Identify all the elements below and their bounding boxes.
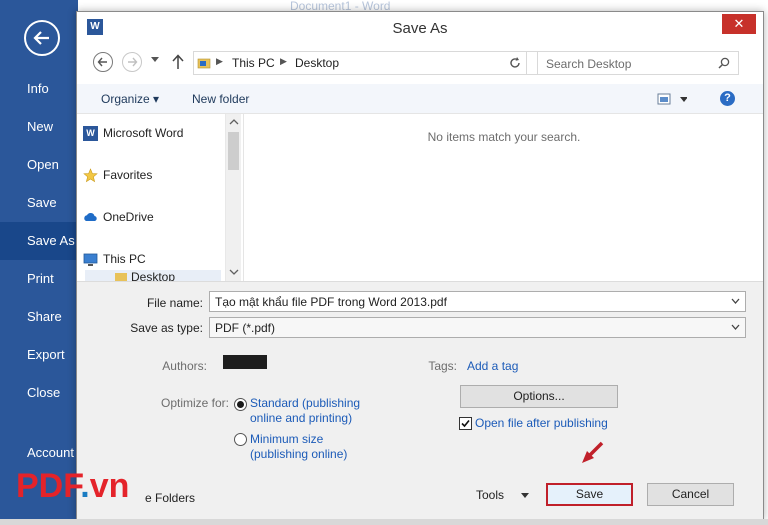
open-after-label[interactable]: Open file after publishing — [475, 416, 608, 430]
backstage-panel: Info New Open Save Save As Print Share E… — [0, 0, 78, 525]
nav-pane-scrollbar[interactable] — [225, 114, 241, 281]
organize-menu[interactable]: Organize ▾ — [101, 92, 159, 106]
save-as-type-label: Save as type: — [130, 321, 203, 335]
file-name-label: File name: — [146, 296, 203, 310]
breadcrumb-separator-icon: ▶ — [216, 56, 223, 66]
save-as-type-select[interactable]: PDF (*.pdf) — [209, 317, 746, 338]
save-options-panel: File name: Tạo mật khẩu file PDF trong W… — [77, 281, 763, 519]
watermark-dot: . — [80, 467, 90, 505]
tools-menu[interactable]: Tools — [476, 488, 504, 502]
backstage-export[interactable]: Export — [0, 336, 78, 374]
dialog-title: Save As — [392, 20, 448, 37]
computer-icon — [83, 253, 98, 266]
back-arrow-icon — [33, 31, 49, 45]
command-toolbar: Organize ▾ New folder ? — [77, 84, 763, 114]
nav-item-onedrive[interactable]: OneDrive — [84, 210, 154, 224]
optimize-minimum-radio[interactable] — [234, 433, 247, 446]
file-name-value: Tạo mật khẩu file PDF trong Word 2013.pd… — [215, 295, 447, 309]
breadcrumb-desktop[interactable]: Desktop — [295, 56, 339, 70]
nav-item-label: This PC — [103, 252, 146, 266]
watermark-pdf: PDF — [16, 467, 81, 505]
save-as-dialog: W Save As ✕ ▶ This PC ▶ Desktop Search D… — [76, 11, 764, 520]
optimize-minimum-label-1[interactable]: Minimum size — [250, 432, 323, 446]
arrow-right-icon — [128, 57, 138, 67]
chevron-down-icon[interactable] — [731, 324, 740, 330]
scroll-down-icon[interactable] — [229, 269, 239, 275]
nav-item-label: Microsoft Word — [103, 126, 184, 140]
optimize-standard-radio[interactable] — [234, 398, 247, 411]
backstage-info[interactable]: Info — [0, 70, 78, 108]
nav-item-label: Desktop — [131, 271, 176, 281]
dialog-titlebar[interactable]: W Save As ✕ — [77, 12, 763, 44]
close-button[interactable]: ✕ — [722, 14, 756, 34]
nav-item-this-pc[interactable]: This PC — [83, 252, 146, 266]
recent-locations-chevron-icon[interactable] — [151, 57, 159, 63]
save-as-type-value: PDF (*.pdf) — [215, 321, 276, 335]
backstage-share[interactable]: Share — [0, 298, 78, 336]
view-options-icon — [657, 93, 688, 105]
optimize-standard-label-2[interactable]: online and printing) — [250, 411, 352, 425]
search-input[interactable]: Search Desktop — [537, 51, 739, 75]
backstage-save-as[interactable]: Save As — [0, 222, 78, 260]
new-folder-button[interactable]: New folder — [192, 92, 249, 106]
nav-item-label: OneDrive — [103, 210, 154, 224]
file-name-field[interactable]: Tạo mật khẩu file PDF trong Word 2013.pd… — [209, 291, 746, 312]
watermark-vn: vn — [89, 467, 130, 505]
pdf-vn-watermark: PDF.vn — [16, 466, 129, 506]
folder-icon — [197, 58, 211, 69]
nav-item-favorites[interactable]: Favorites — [83, 168, 153, 183]
annotation-arrow-icon — [582, 441, 604, 463]
authors-label: Authors: — [162, 359, 207, 373]
chevron-down-icon[interactable] — [731, 298, 740, 304]
optimize-minimum-label-2[interactable]: (publishing online) — [250, 447, 347, 461]
back-button[interactable] — [24, 20, 60, 56]
optimize-for-label: Optimize for: — [160, 396, 229, 410]
backstage-new[interactable]: New — [0, 108, 78, 146]
back-nav-button[interactable] — [93, 52, 113, 72]
options-button[interactable]: Options... — [460, 385, 618, 408]
save-button[interactable]: Save — [546, 483, 633, 506]
checkmark-icon — [461, 419, 470, 428]
refresh-button[interactable] — [503, 51, 527, 75]
help-icon[interactable]: ? — [720, 91, 735, 106]
breadcrumb-separator-icon: ▶ — [280, 56, 287, 66]
window-bottom-border — [0, 519, 768, 525]
authors-value-redacted[interactable] — [223, 355, 267, 369]
cancel-button[interactable]: Cancel — [647, 483, 734, 506]
nav-item-label: Favorites — [103, 168, 153, 182]
optimize-standard-label-1[interactable]: Standard (publishing — [250, 396, 360, 410]
file-list[interactable]: No items match your search. — [243, 114, 763, 281]
folder-icon — [115, 273, 127, 281]
arrow-left-icon — [97, 57, 107, 67]
breadcrumb-this-pc[interactable]: This PC — [232, 56, 275, 70]
hide-folders-toggle[interactable]: e Folders — [145, 491, 195, 505]
backstage-print[interactable]: Print — [0, 260, 78, 298]
backstage-save[interactable]: Save — [0, 184, 78, 222]
tags-label: Tags: — [428, 359, 457, 373]
search-placeholder: Search Desktop — [546, 57, 632, 71]
open-after-checkbox[interactable] — [459, 417, 472, 430]
change-view-button[interactable] — [657, 92, 688, 109]
add-tag-link[interactable]: Add a tag — [467, 359, 518, 373]
nav-item-desktop[interactable]: Desktop — [85, 270, 221, 281]
backstage-close[interactable]: Close — [0, 374, 78, 412]
scroll-up-icon[interactable] — [229, 119, 239, 125]
scrollbar-thumb[interactable] — [228, 132, 239, 170]
forward-nav-button[interactable] — [122, 52, 142, 72]
star-icon — [83, 168, 98, 183]
search-icon — [718, 57, 730, 69]
backstage-open[interactable]: Open — [0, 146, 78, 184]
cloud-icon — [84, 212, 97, 221]
refresh-icon — [510, 57, 520, 68]
empty-message: No items match your search. — [427, 130, 581, 144]
up-arrow-icon[interactable] — [171, 54, 185, 70]
nav-item-microsoft-word[interactable]: W Microsoft Word — [83, 126, 184, 141]
word-icon: W — [83, 126, 98, 141]
tools-chevron-down-icon[interactable] — [521, 493, 529, 499]
navigation-pane: W Microsoft Word Favorites OneDrive This… — [77, 114, 241, 281]
